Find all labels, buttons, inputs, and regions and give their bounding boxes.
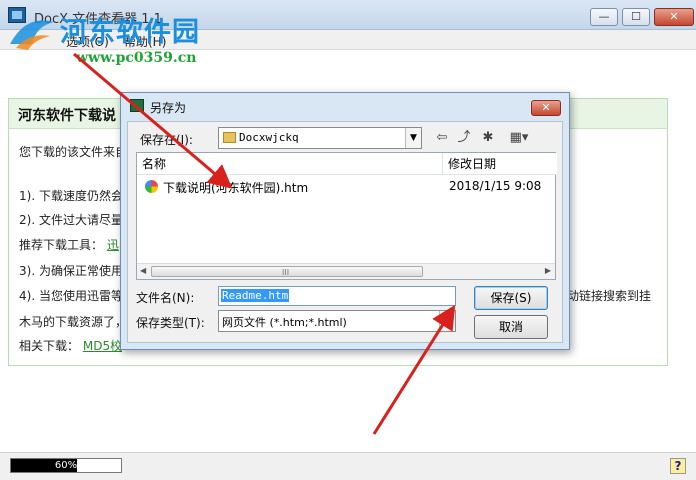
doc-line: 4). 当您使用迅雷等 xyxy=(19,289,123,303)
doc-line: 2). 文件过大请尽量 xyxy=(19,213,123,227)
up-folder-icon[interactable]: ⤴ xyxy=(456,130,472,145)
new-folder-icon[interactable]: ✱ xyxy=(480,130,496,145)
file-name: 下载说明(河东软件园).htm xyxy=(163,181,309,195)
dialog-titlebar: 另存为 ✕ xyxy=(121,93,569,117)
filename-input[interactable]: Readme.htm xyxy=(218,286,456,306)
horizontal-scrollbar[interactable]: ◀ III ▶ xyxy=(137,263,555,279)
download-tool-link[interactable]: 迅 xyxy=(107,238,119,252)
scroll-grip: III xyxy=(282,268,290,277)
related-download-link[interactable]: MD5校 xyxy=(83,339,122,353)
save-in-dropdown[interactable]: Docxwjckq ▼ xyxy=(218,127,422,149)
column-modified[interactable]: 修改日期 xyxy=(443,153,557,175)
maximize-button[interactable]: ☐ xyxy=(622,8,650,26)
doc-line: 木马的下载资源了， xyxy=(19,315,128,329)
filetype-dropdown[interactable]: 网页文件 (*.htm;*.html) ▼ xyxy=(218,310,456,332)
file-list: 名称 修改日期 下载说明(河东软件园).htm 2018/1/15 9:08 ◀… xyxy=(136,152,557,280)
html-file-icon xyxy=(145,180,158,193)
dialog-close-button[interactable]: ✕ xyxy=(531,100,561,116)
doc-line-fragment: 动链接搜索到挂 xyxy=(567,289,652,303)
chevron-down-icon[interactable]: ▼ xyxy=(439,311,455,331)
filetype-label: 保存类型(T): xyxy=(136,316,205,330)
watermark-url: www.pc0359.cn xyxy=(76,50,197,66)
doc-line: 3). 为确保正常使用 xyxy=(19,264,123,278)
status-bar: 60% ? xyxy=(0,452,696,480)
progress-bar: 60% xyxy=(10,458,122,473)
save-in-label: 保存在(I): xyxy=(140,133,193,147)
filename-value: Readme.htm xyxy=(221,289,290,302)
dialog-app-icon xyxy=(130,99,144,112)
dialog-body: 保存在(I): Docxwjckq ▼ ⇦ ⤴ ✱ ▦▾ 名称 修改日期 下载说… xyxy=(127,121,563,343)
file-modified: 2018/1/15 9:08 xyxy=(449,179,542,193)
filetype-value: 网页文件 (*.htm;*.html) xyxy=(222,316,347,329)
chevron-down-icon[interactable]: ▼ xyxy=(405,128,421,148)
column-name[interactable]: 名称 xyxy=(137,153,443,175)
doc-line: 相关下载： MD5校 xyxy=(19,337,122,354)
filename-label: 文件名(N): xyxy=(136,291,195,305)
cancel-button[interactable]: 取消 xyxy=(474,315,548,339)
back-icon[interactable]: ⇦ xyxy=(434,130,450,145)
save-in-value: Docxwjckq xyxy=(239,131,299,144)
doc-line: 推荐下载工具： 迅 xyxy=(19,236,119,253)
doc-line-text: 相关下载： xyxy=(19,339,80,353)
folder-icon xyxy=(223,132,236,143)
doc-line-text: 推荐下载工具： xyxy=(19,238,104,252)
scroll-right-icon[interactable]: ▶ xyxy=(545,266,551,275)
save-button[interactable]: 保存(S) xyxy=(474,286,548,310)
scroll-left-icon[interactable]: ◀ xyxy=(140,266,146,275)
save-as-dialog: 另存为 ✕ 保存在(I): Docxwjckq ▼ ⇦ ⤴ ✱ ▦▾ 名称 修改… xyxy=(120,92,570,350)
progress-label: 60% xyxy=(54,460,78,471)
document-title: 河东软件下载说 xyxy=(18,108,116,124)
view-menu-icon[interactable]: ▦▾ xyxy=(504,130,534,145)
scroll-thumb[interactable]: III xyxy=(151,266,423,277)
dialog-title: 另存为 xyxy=(150,101,187,115)
doc-line: 您下载的该文件来自 xyxy=(19,145,128,159)
doc-line: 1). 下载速度仍然会 xyxy=(19,189,123,203)
watermark-logo-icon xyxy=(10,20,54,50)
help-icon[interactable]: ? xyxy=(670,458,686,474)
watermark-brand: 河东软件园 xyxy=(60,17,200,48)
file-row[interactable]: 下载说明(河东软件园).htm xyxy=(139,177,439,197)
minimize-button[interactable]: — xyxy=(590,8,618,26)
close-button[interactable]: ✕ xyxy=(654,8,694,26)
